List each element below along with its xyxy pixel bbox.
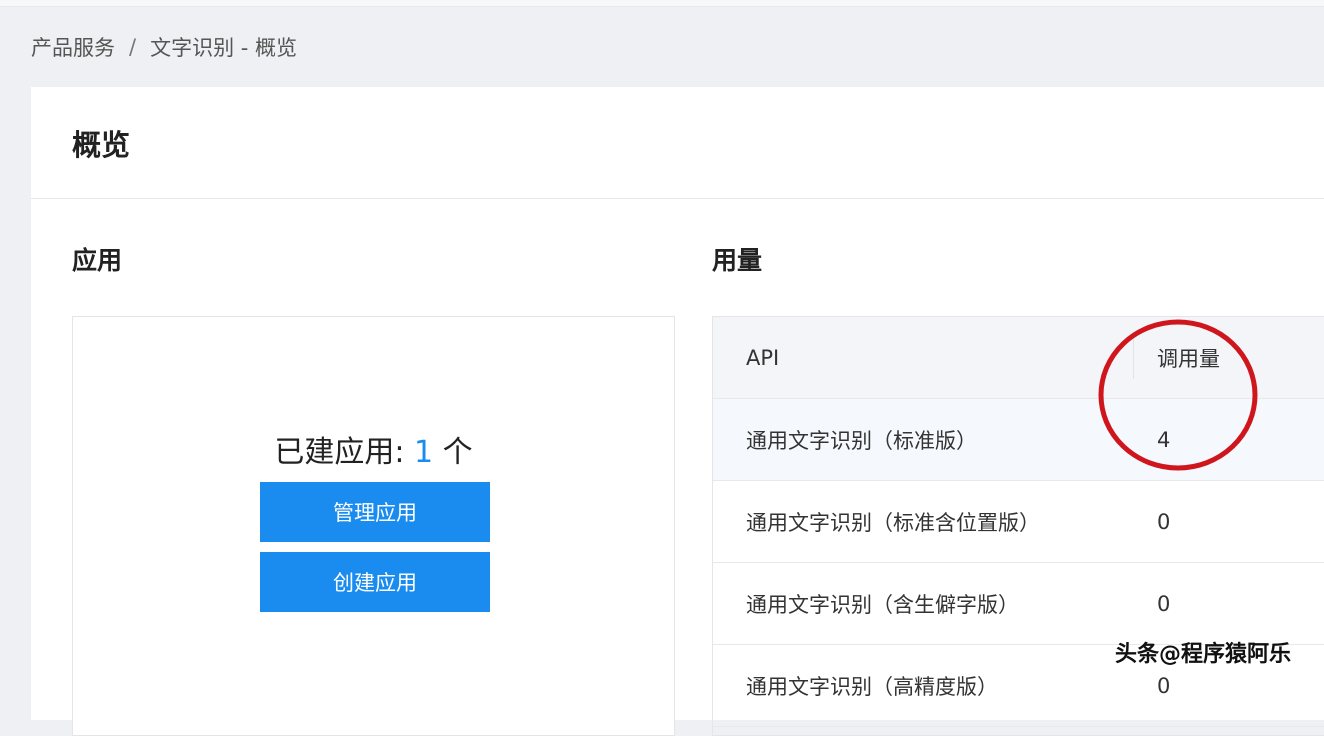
create-app-button[interactable]: 创建应用 bbox=[260, 552, 490, 612]
breadcrumb: 产品服务 / 文字识别 - 概览 bbox=[31, 30, 297, 64]
page-title: 概览 bbox=[72, 127, 131, 162]
watermark: 头条@程序猿阿乐 bbox=[1115, 642, 1292, 667]
breadcrumb-separator: / bbox=[129, 35, 137, 59]
column-header-api: API bbox=[746, 345, 780, 370]
call-count: 0 bbox=[1157, 673, 1171, 698]
app-count: 已建应用: 1 个 bbox=[73, 427, 674, 471]
breadcrumb-item-current: 文字识别 - 概览 bbox=[150, 36, 298, 60]
manage-apps-button[interactable]: 管理应用 bbox=[260, 482, 490, 542]
usage-section-title: 用量 bbox=[712, 246, 763, 275]
table-row: 通用文字识别（含生僻字版） 0 bbox=[713, 563, 1324, 645]
overview-panel: 概览 应用 用量 已建应用: 1 个 管理应用 创建应用 API 调用量 通用文… bbox=[31, 87, 1324, 736]
apps-section-title: 应用 bbox=[72, 246, 123, 275]
api-name: 通用文字识别（含生僻字版） bbox=[746, 592, 1019, 617]
app-count-suffix: 个 bbox=[442, 435, 473, 470]
call-count: 0 bbox=[1157, 591, 1171, 616]
call-count: 0 bbox=[1157, 509, 1171, 534]
table-header-row: API 调用量 bbox=[713, 317, 1324, 399]
table-row: 通用文字识别（标准含位置版） 0 bbox=[713, 481, 1324, 563]
table-row: 通用文字识别（标准版） 4 bbox=[713, 399, 1324, 481]
column-divider bbox=[1133, 339, 1134, 379]
top-strip bbox=[0, 0, 1324, 7]
api-name: 通用文字识别（高精度版） bbox=[746, 674, 998, 699]
column-header-calls: 调用量 bbox=[1157, 346, 1220, 371]
app-count-prefix: 已建应用: bbox=[274, 435, 405, 470]
app-count-value: 1 bbox=[414, 435, 434, 470]
api-name: 通用文字识别（标准版） bbox=[746, 428, 977, 453]
usage-table: API 调用量 通用文字识别（标准版） 4 通用文字识别（标准含位置版） 0 通… bbox=[712, 316, 1324, 736]
apps-card: 已建应用: 1 个 管理应用 创建应用 bbox=[72, 316, 675, 736]
breadcrumb-item-products[interactable]: 产品服务 bbox=[31, 32, 115, 62]
api-name: 通用文字识别（标准含位置版） bbox=[746, 510, 1040, 535]
panel-header: 概览 bbox=[31, 87, 1324, 199]
call-count: 4 bbox=[1157, 427, 1171, 452]
